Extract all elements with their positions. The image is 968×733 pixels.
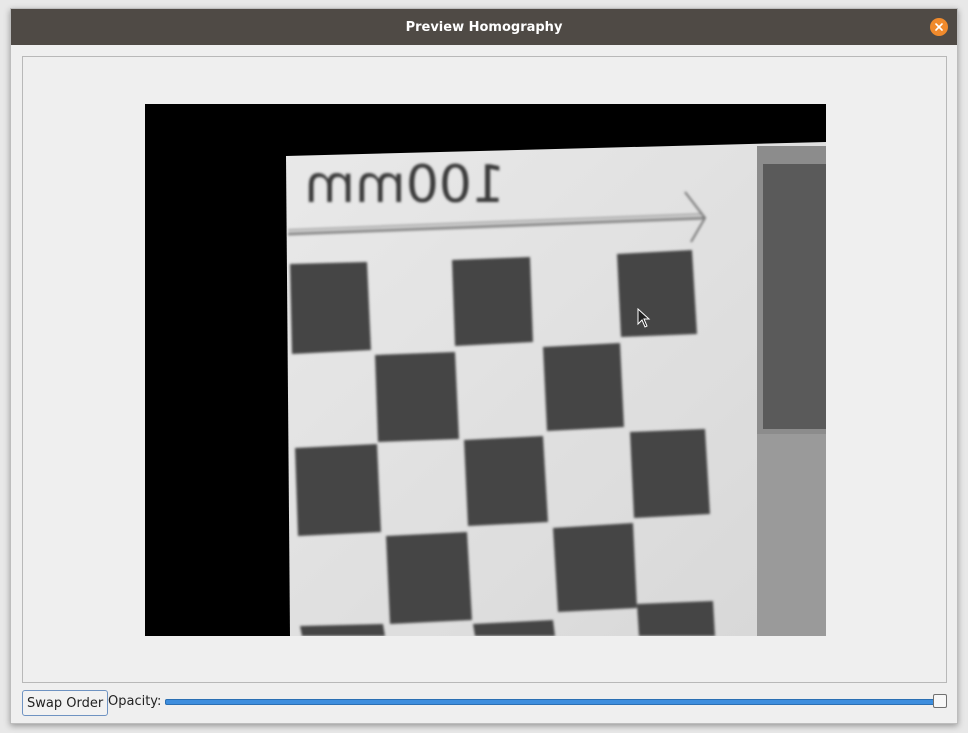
opacity-label: Opacity: [108, 694, 162, 709]
right-lower-block [757, 434, 826, 636]
svg-text:100mm: 100mm [304, 155, 505, 215]
close-icon [935, 23, 943, 31]
homography-preview-image: 100mm [145, 104, 826, 636]
preview-homography-window: Preview Homography 100mm Swap Order Opac… [10, 8, 958, 724]
slider-handle[interactable] [933, 694, 947, 708]
bottom-controls: Swap Order Opacity: [22, 689, 947, 716]
window-title: Preview Homography [405, 19, 563, 35]
right-dark-block [763, 164, 826, 429]
mouse-pointer-icon [637, 308, 651, 328]
titlebar[interactable]: Preview Homography [11, 9, 957, 45]
warped-label: 100mm [304, 155, 505, 215]
swap-order-button[interactable]: Swap Order [22, 690, 109, 716]
image-viewport: 100mm [22, 56, 947, 683]
close-button[interactable] [930, 18, 948, 36]
warped-image: 100mm [145, 104, 826, 636]
opacity-slider[interactable] [165, 689, 947, 715]
slider-fill [165, 699, 941, 705]
